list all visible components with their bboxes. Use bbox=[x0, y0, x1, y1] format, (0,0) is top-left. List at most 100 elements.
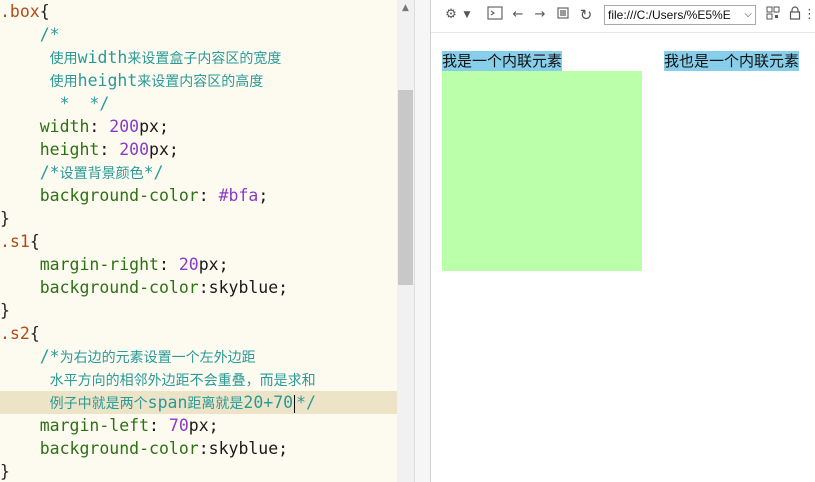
code-token: : bbox=[198, 186, 219, 205]
code-token: 例子中就是两个 bbox=[49, 396, 148, 412]
code-token: margin-left bbox=[39, 416, 150, 435]
code-line[interactable]: margin-left: 70px; bbox=[0, 414, 397, 437]
code-line[interactable]: 使用width来设置盒子内容区的宽度 bbox=[0, 46, 397, 69]
code-token: 200 bbox=[109, 117, 140, 136]
code-token: .s2 bbox=[0, 324, 30, 343]
code-line[interactable]: } bbox=[0, 299, 397, 322]
code-token: */ bbox=[296, 393, 316, 412]
code-line[interactable]: background-color:skyblue; bbox=[0, 437, 397, 460]
code-token: px; bbox=[188, 416, 219, 435]
code-line[interactable]: .s2{ bbox=[0, 322, 397, 345]
code-line[interactable]: } bbox=[0, 207, 397, 230]
code-token: 20+70 bbox=[243, 393, 294, 412]
back-icon[interactable]: ← bbox=[509, 6, 527, 24]
code-token: height bbox=[39, 140, 100, 159]
green-box bbox=[442, 71, 642, 271]
code-line[interactable]: 例子中就是两个span距离就是20+70 */ bbox=[0, 391, 397, 414]
code-token: background-color bbox=[39, 186, 199, 205]
code-token: background-color bbox=[39, 278, 199, 297]
code-line[interactable]: /*设置背景颜色*/ bbox=[0, 161, 397, 184]
code-token: 使用 bbox=[49, 74, 78, 90]
code-token: 水平方向的相邻外边距不会重叠，而是求和 bbox=[49, 373, 316, 389]
code-editor[interactable]: .box{ /* 使用width来设置盒子内容区的宽度 使用height来设置内… bbox=[0, 0, 397, 482]
code-token: 使用 bbox=[49, 51, 78, 67]
editor-scrollbar[interactable]: ▲ bbox=[397, 0, 414, 482]
code-token: /* bbox=[39, 163, 60, 182]
code-token: /* bbox=[39, 25, 60, 44]
gear-icon[interactable]: ⚙ bbox=[440, 6, 462, 24]
code-line[interactable]: /* bbox=[0, 23, 397, 46]
code-token: 200 bbox=[119, 140, 150, 159]
inline-span-1: 我是一个内联元素 bbox=[442, 51, 563, 71]
code-token: .s1 bbox=[0, 232, 30, 251]
code-token: } bbox=[0, 209, 10, 228]
code-token: 来设置盒子内容区的宽度 bbox=[127, 51, 282, 67]
code-token: 距离就是 bbox=[187, 396, 244, 412]
code-token: 来设置内容区的高度 bbox=[137, 74, 264, 90]
code-line[interactable]: .s1{ bbox=[0, 230, 397, 253]
code-token: .box bbox=[0, 2, 40, 21]
code-token: 设置背景颜色 bbox=[59, 166, 144, 182]
code-token: { bbox=[29, 232, 40, 251]
code-token: ; bbox=[258, 186, 269, 205]
refresh-icon[interactable]: ↻ bbox=[577, 6, 595, 24]
code-line[interactable]: background-color: #bfa; bbox=[0, 184, 397, 207]
code-token: span bbox=[147, 393, 188, 412]
inline-span-2: 我也是一个内联元素 bbox=[664, 51, 800, 71]
code-token: { bbox=[29, 324, 40, 343]
code-token: { bbox=[39, 2, 50, 21]
code-token: : bbox=[89, 117, 110, 136]
address-text: file:///C:/Users/%E5%E bbox=[608, 8, 731, 22]
code-line[interactable]: * */ bbox=[0, 92, 397, 115]
code-line[interactable]: height: 200px; bbox=[0, 138, 397, 161]
code-line[interactable]: 水平方向的相邻外边距不会重叠，而是求和 bbox=[0, 368, 397, 391]
code-line[interactable]: margin-right: 20px; bbox=[0, 253, 397, 276]
code-token: : bbox=[149, 416, 169, 435]
code-token: * */ bbox=[59, 94, 110, 113]
code-token: 70 bbox=[168, 416, 189, 435]
code-token: #bfa bbox=[218, 186, 259, 205]
code-line[interactable]: .box{ bbox=[0, 0, 397, 23]
stop-icon[interactable] bbox=[554, 6, 572, 24]
code-line[interactable]: 使用height来设置内容区的高度 bbox=[0, 69, 397, 92]
more-icon[interactable]: ⋮ bbox=[803, 6, 815, 24]
text-cursor bbox=[294, 394, 296, 413]
code-token: 20 bbox=[178, 255, 199, 274]
code-token: /* bbox=[39, 347, 60, 366]
dropdown-icon[interactable]: ▼ bbox=[461, 6, 473, 24]
qr-icon[interactable] bbox=[765, 6, 781, 24]
code-line[interactable]: /*为右边的元素设置一个左外边距 bbox=[0, 345, 397, 368]
code-token: height bbox=[77, 71, 138, 90]
browser-preview: ⚙ ▼ ← → ↻ file:///C:/Users/%E5%E ⌵ ⋮ 我是一… bbox=[431, 0, 815, 482]
forward-icon[interactable]: → bbox=[531, 6, 549, 24]
code-line[interactable]: background-color:skyblue; bbox=[0, 276, 397, 299]
console-icon[interactable] bbox=[486, 6, 504, 24]
code-token: :skyblue; bbox=[198, 439, 289, 458]
address-bar[interactable]: file:///C:/Users/%E5%E ⌵ bbox=[604, 5, 756, 25]
code-line[interactable]: width: 200px; bbox=[0, 115, 397, 138]
scroll-up-icon[interactable]: ▲ bbox=[397, 0, 414, 17]
code-token: margin-right bbox=[39, 255, 159, 274]
code-line[interactable]: } bbox=[0, 460, 397, 482]
code-token: px; bbox=[139, 117, 169, 136]
code-token: } bbox=[0, 301, 10, 320]
pane-divider[interactable] bbox=[414, 0, 431, 482]
code-token: width bbox=[39, 117, 90, 136]
page-viewport: 我是一个内联元素 我也是一个内联元素 bbox=[431, 33, 815, 482]
code-token: background-color bbox=[39, 439, 199, 458]
lock-icon[interactable] bbox=[787, 6, 803, 24]
chevron-down-icon[interactable]: ⌵ bbox=[744, 6, 752, 24]
browser-toolbar: ⚙ ▼ ← → ↻ file:///C:/Users/%E5%E ⌵ ⋮ bbox=[431, 0, 815, 33]
scrollbar-thumb[interactable] bbox=[398, 90, 413, 285]
